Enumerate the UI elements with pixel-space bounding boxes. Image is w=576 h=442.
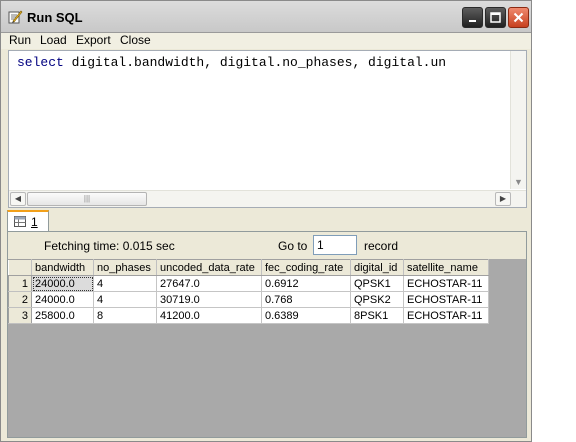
- result-tabs: 1: [1, 210, 531, 232]
- run-sql-window: Run SQL Run Load Export Close select dig…: [0, 0, 532, 442]
- results-panel: Fetching time: 0.015 sec Go to record ba…: [7, 231, 527, 438]
- column-header[interactable]: no_phases: [93, 259, 157, 276]
- window-title: Run SQL: [27, 10, 83, 25]
- table-cell[interactable]: 24000.0: [31, 275, 94, 292]
- table-cell[interactable]: 4: [93, 291, 157, 308]
- tab-result-1[interactable]: 1: [7, 210, 49, 232]
- table-cell[interactable]: 0.768: [261, 291, 351, 308]
- table-cell[interactable]: QPSK1: [350, 275, 404, 292]
- maximize-icon: [490, 12, 501, 23]
- sql-query-rest: digital.bandwidth, digital.no_phases, di…: [63, 55, 447, 70]
- table-cell[interactable]: 27647.0: [156, 275, 262, 292]
- menu-export[interactable]: Export: [76, 33, 111, 49]
- results-grid: bandwidth no_phases uncoded_data_rate fe…: [8, 259, 526, 437]
- column-header[interactable]: fec_coding_rate: [261, 259, 351, 276]
- table-row[interactable]: 2 24000.0 4 30719.0 0.768 QPSK2 ECHOSTAR…: [8, 291, 489, 308]
- tab-label: 1: [31, 215, 38, 229]
- grip-icon: |||: [83, 194, 91, 203]
- table-cell[interactable]: 4: [93, 275, 157, 292]
- table-row[interactable]: 1 24000.0 4 27647.0 0.6912 QPSK1 ECHOSTA…: [8, 275, 489, 292]
- chevron-right-icon: ▶: [499, 194, 507, 203]
- results-table: bandwidth no_phases uncoded_data_rate fe…: [8, 259, 489, 324]
- row-number[interactable]: 1: [8, 275, 32, 292]
- minimize-button[interactable]: [462, 7, 483, 28]
- corner-header[interactable]: [8, 259, 32, 276]
- scroll-down-icon[interactable]: ▼: [514, 177, 523, 187]
- column-header[interactable]: bandwidth: [31, 259, 94, 276]
- sql-query-text[interactable]: select digital.bandwidth, digital.no_pha…: [17, 55, 511, 70]
- scrollbar-thumb[interactable]: |||: [27, 192, 147, 206]
- table-cell[interactable]: 0.6912: [261, 275, 351, 292]
- table-cell[interactable]: 30719.0: [156, 291, 262, 308]
- scroll-right-button[interactable]: ▶: [495, 192, 511, 206]
- minimize-icon: [468, 19, 476, 22]
- menu-run[interactable]: Run: [9, 33, 31, 49]
- menu-close[interactable]: Close: [120, 33, 151, 49]
- title-bar[interactable]: Run SQL: [1, 1, 531, 33]
- maximize-button[interactable]: [485, 7, 506, 28]
- goto-record-input[interactable]: [313, 235, 357, 255]
- menu-load[interactable]: Load: [40, 33, 67, 49]
- pencil-icon: [8, 10, 23, 24]
- fetching-time-text: Fetching time: 0.015 sec: [44, 239, 175, 253]
- table-cell[interactable]: 41200.0: [156, 307, 262, 324]
- row-number[interactable]: 3: [8, 307, 32, 324]
- table-cell[interactable]: 0.6389: [261, 307, 351, 324]
- table-row[interactable]: 3 25800.0 8 41200.0 0.6389 8PSK1 ECHOSTA…: [8, 307, 489, 324]
- table-cell[interactable]: ECHOSTAR-11: [403, 275, 489, 292]
- record-label: record: [364, 239, 399, 253]
- sql-editor[interactable]: select digital.bandwidth, digital.no_pha…: [8, 50, 527, 208]
- menu-bar: Run Load Export Close: [1, 33, 531, 49]
- table-cell[interactable]: ECHOSTAR-11: [403, 307, 489, 324]
- table-icon: [14, 216, 26, 227]
- sql-keyword: select: [17, 55, 64, 70]
- vertical-scrollbar[interactable]: ▼: [510, 51, 526, 189]
- table-cell[interactable]: 24000.0: [31, 291, 94, 308]
- row-number[interactable]: 2: [8, 291, 32, 308]
- goto-label: Go to: [278, 239, 308, 253]
- close-icon: [513, 12, 524, 23]
- table-cell[interactable]: 8PSK1: [350, 307, 404, 324]
- close-button[interactable]: [508, 7, 529, 28]
- table-cell[interactable]: 8: [93, 307, 157, 324]
- table-cell[interactable]: 25800.0: [31, 307, 94, 324]
- column-header[interactable]: digital_id: [350, 259, 404, 276]
- table-cell[interactable]: ECHOSTAR-11: [403, 291, 489, 308]
- scroll-left-button[interactable]: ◀: [10, 192, 26, 206]
- column-header[interactable]: satellite_name: [403, 259, 489, 276]
- column-header[interactable]: uncoded_data_rate: [156, 259, 262, 276]
- chevron-left-icon: ◀: [14, 194, 22, 203]
- header-row: bandwidth no_phases uncoded_data_rate fe…: [8, 259, 489, 276]
- horizontal-scrollbar[interactable]: ◀ ||| ▶: [9, 190, 526, 207]
- table-cell[interactable]: QPSK2: [350, 291, 404, 308]
